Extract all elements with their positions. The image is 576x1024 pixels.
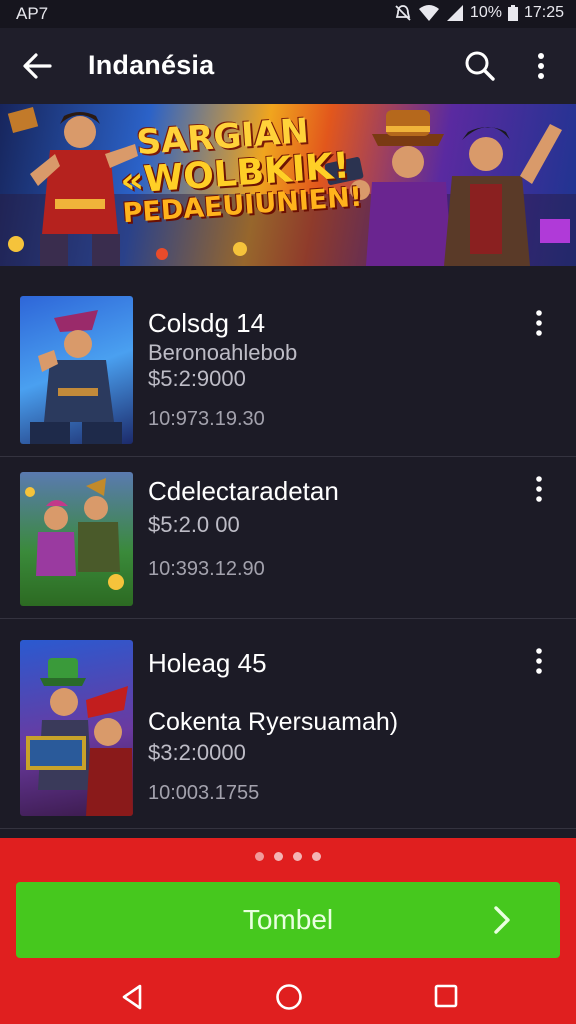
item-meta: 10:003.1755 [148,782,260,804]
search-icon [465,51,495,81]
item-more-button[interactable] [526,308,552,338]
nav-back-button[interactable] [118,982,146,1012]
more-vertical-icon [536,310,542,336]
item-more-button[interactable] [526,646,552,676]
page-title: Indanésia [88,50,215,80]
hero-artwork [26,658,133,816]
item-title: Cdelectaradetan [148,476,339,506]
more-vertical-icon [538,53,544,79]
item-price: $5:2:9000 [148,366,246,391]
item-price: $5:2.0 00 [148,512,240,537]
carrier-label: AP7 [16,4,49,23]
item-meta: 10:973.19.30 [148,408,265,430]
bottom-panel: Tombel [0,838,576,1024]
battery-percent: 10% [469,4,502,21]
square-recents-icon [434,984,458,1008]
page-dot[interactable] [274,852,283,861]
item-more-button[interactable] [526,474,552,504]
list-item[interactable]: Cdelectaradetan $5:2.0 00 10:393.12.90 [0,456,576,619]
page-dot[interactable] [255,852,264,861]
item-subtitle: Cokenta Ryersuamah) [148,708,399,736]
primary-action-button[interactable]: Tombel [16,882,560,958]
more-vertical-icon [536,648,542,674]
banner-headline: SARGIAN «WOLBKIK! PEDAEUIUNIEN! [117,111,363,230]
primary-button-label: Tombel [242,904,334,935]
mute-icon [395,5,411,21]
battery-icon [507,5,518,21]
item-list: Colsdg 14 Beronoahlebob $5:2:9000 10:973… [0,266,576,838]
hero-artwork [25,478,124,590]
promo-banner[interactable]: SARGIAN «WOLBKIK! PEDAEUIUNIEN! [0,104,576,266]
status-icons: 10% 17:25 [394,4,564,22]
page-dot[interactable] [293,852,302,861]
list-item[interactable]: Colsdg 14 Beronoahlebob $5:2:9000 10:973… [0,266,576,457]
item-thumbnail [20,640,133,816]
system-nav-bar [0,972,576,1024]
overflow-menu-button[interactable] [526,50,556,82]
nav-home-button[interactable] [274,982,304,1012]
item-subtitle: Beronoahlebob [148,340,298,365]
item-title: Holeag 45 [148,648,267,678]
circle-home-icon [276,984,302,1010]
back-button[interactable] [20,50,56,82]
hero-artwork [30,310,122,444]
wifi-icon [418,5,439,21]
item-meta: 10:393.12.90 [148,558,265,580]
more-vertical-icon [536,476,542,502]
item-title: Colsdg 14 [148,308,266,338]
app-bar: Indanésia [0,28,576,104]
page-indicator [0,852,576,861]
search-button[interactable] [462,48,498,84]
item-thumbnail [20,296,133,444]
status-bar: AP7 10% 17:25 [0,0,576,28]
back-arrow-icon [23,53,52,79]
item-thumbnail [20,472,133,606]
nav-recents-button[interactable] [432,982,460,1010]
item-price: $3:2:0000 [148,740,246,765]
list-item[interactable]: Holeag 45 Cokenta Ryersuamah) $3:2:0000 … [0,618,576,829]
page-dot[interactable] [312,852,321,861]
signal-icon [446,5,463,21]
chevron-right-icon [494,906,510,934]
clock: 17:25 [523,4,564,21]
triangle-back-icon [122,984,142,1010]
